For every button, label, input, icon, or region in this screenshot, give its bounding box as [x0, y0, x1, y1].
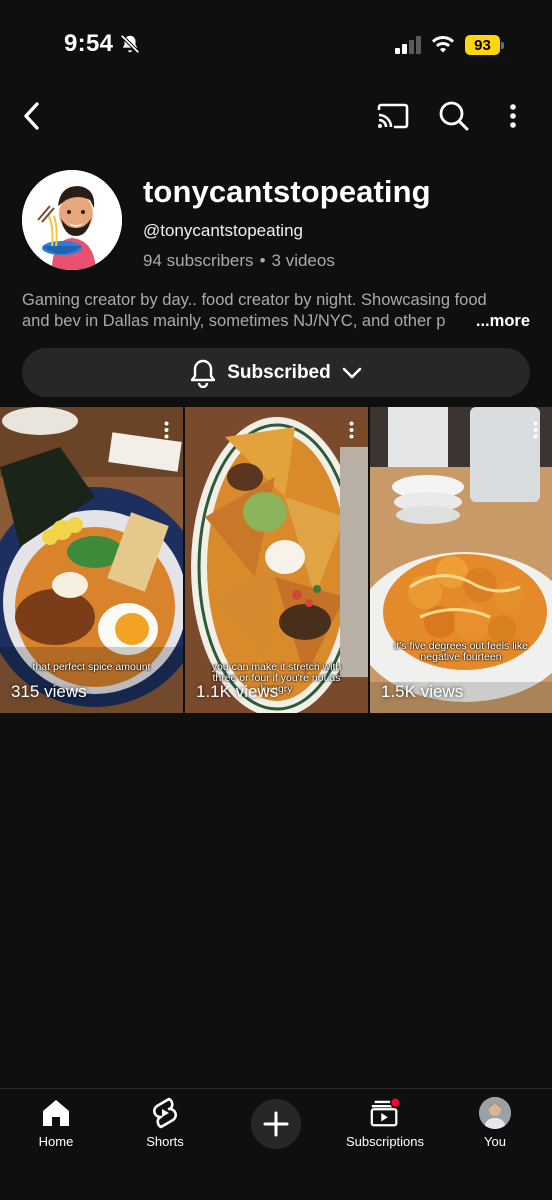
- channel-stats: 94 subscribers • 3 videos: [143, 251, 335, 271]
- you-avatar: [479, 1097, 511, 1129]
- channel-description[interactable]: Gaming creator by day.. food creator by …: [22, 290, 530, 332]
- subscribed-button[interactable]: Subscribed: [22, 348, 530, 397]
- more-vert-icon: [349, 421, 353, 439]
- stats-separator: •: [259, 251, 266, 270]
- search-button[interactable]: [435, 97, 473, 135]
- description-more-link[interactable]: ...more: [441, 311, 530, 332]
- notification-bell-icon: [191, 359, 216, 388]
- home-icon: [40, 1097, 72, 1129]
- back-button[interactable]: [14, 98, 50, 134]
- cell-signal-icon: [395, 36, 421, 54]
- short-item[interactable]: that perfect spice amount 315 views: [0, 407, 183, 713]
- nav-shorts-label: Shorts: [146, 1134, 184, 1149]
- subscriber-count: 94 subscribers: [143, 251, 254, 270]
- bell-off-icon: [120, 34, 140, 54]
- channel-avatar[interactable]: [22, 170, 122, 270]
- short-views: 1.1K views: [196, 682, 279, 701]
- short-item[interactable]: you can make it stretch with three or fo…: [185, 407, 368, 713]
- more-vert-icon: [164, 421, 168, 439]
- back-icon: [24, 102, 39, 130]
- more-vert-icon: [510, 104, 516, 128]
- status-time: 9:54: [64, 30, 114, 57]
- nav-subscriptions[interactable]: Subscriptions: [330, 1097, 440, 1153]
- nav-home-label: Home: [38, 1134, 74, 1149]
- short-more-button[interactable]: [158, 419, 174, 441]
- short-more-button[interactable]: [343, 419, 359, 441]
- battery-indicator: 93: [465, 35, 504, 55]
- nav-shorts[interactable]: Shorts: [110, 1097, 220, 1153]
- chevron-down-icon: [342, 367, 362, 378]
- bottom-navigation: Home Shorts Subscriptions You: [0, 1088, 552, 1200]
- nav-you-label: You: [484, 1134, 506, 1149]
- channel-name: tonycantstopeating: [143, 174, 431, 209]
- shorts-grid: that perfect spice amount 315 views you …: [0, 407, 552, 713]
- description-line-1: Gaming creator by day.. food creator by …: [22, 291, 487, 309]
- more-options-button[interactable]: [498, 98, 528, 134]
- nav-home[interactable]: Home: [1, 1097, 111, 1153]
- create-plus-icon: [263, 1111, 289, 1137]
- battery-level: 93: [465, 35, 500, 55]
- profile-avatar-icon: [479, 1097, 511, 1129]
- cast-icon: [377, 103, 409, 129]
- short-views: 315 views: [11, 682, 87, 701]
- short-views: 1.5K views: [381, 682, 464, 701]
- more-vert-icon: [533, 421, 537, 439]
- battery-tip: [501, 42, 504, 49]
- wifi-icon: [432, 36, 454, 53]
- channel-handle: @tonycantstopeating: [143, 221, 303, 240]
- short-caption: that perfect spice amount: [32, 661, 151, 673]
- video-count: 3 videos: [271, 251, 335, 270]
- cartoon-avatar-image: [22, 170, 122, 270]
- short-thumbnail-fried-bites: [370, 407, 552, 713]
- status-bar: 9:54 93: [0, 0, 552, 90]
- short-caption: it's five degrees out feels like negativ…: [394, 640, 528, 663]
- short-item[interactable]: it's five degrees out feels like negativ…: [370, 407, 552, 713]
- cast-button[interactable]: [374, 98, 412, 134]
- subscriptions-icon: [369, 1097, 401, 1129]
- search-icon: [439, 101, 469, 131]
- nav-you[interactable]: You: [440, 1097, 550, 1153]
- top-app-bar: [0, 90, 552, 142]
- nav-subscriptions-label: Subscriptions: [345, 1134, 425, 1149]
- shorts-icon: [149, 1097, 181, 1129]
- short-more-button[interactable]: [527, 419, 543, 441]
- subscribe-label: Subscribed: [227, 361, 331, 383]
- create-button[interactable]: [251, 1099, 301, 1149]
